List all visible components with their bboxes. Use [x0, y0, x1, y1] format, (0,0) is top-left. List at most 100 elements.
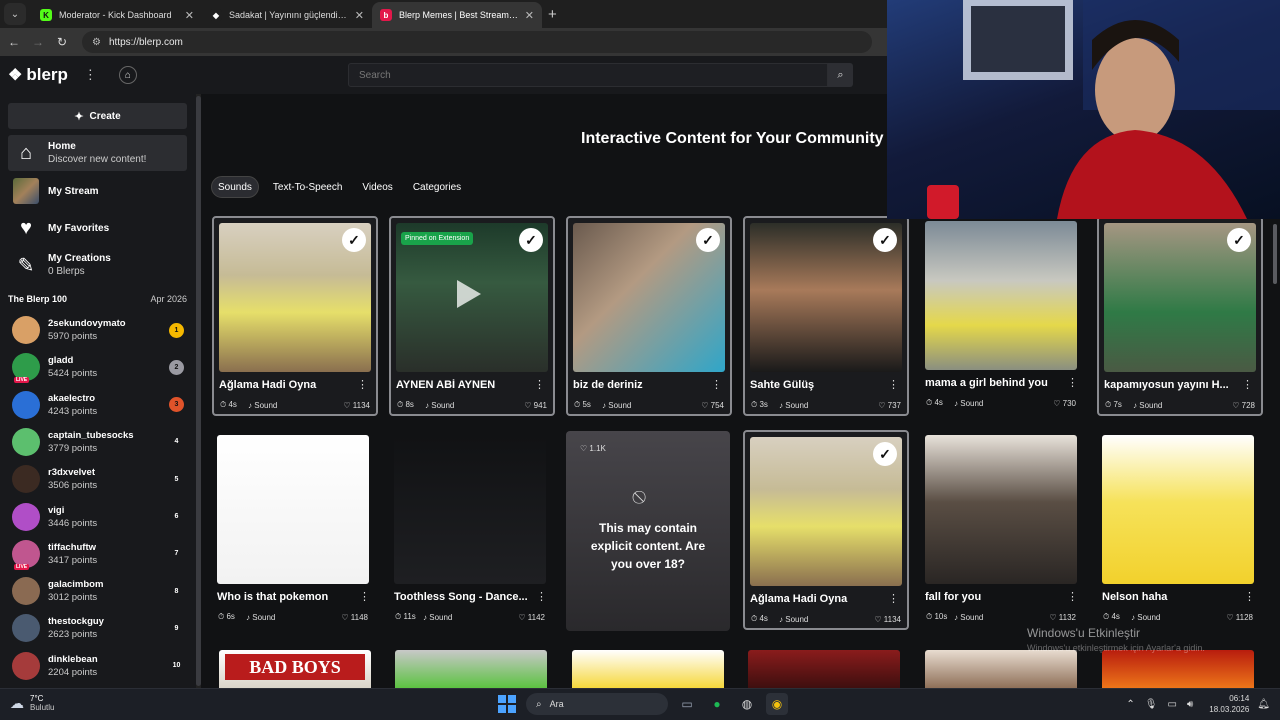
more-options-icon[interactable]: ⋮ — [1067, 590, 1078, 603]
back-arrow-icon[interactable]: ← — [2, 35, 26, 49]
more-options-icon[interactable]: ⋮ — [357, 378, 368, 391]
clock[interactable]: 06:14 18.03.2026 — [1209, 693, 1249, 715]
like-count[interactable]: ♡ 730 — [1053, 399, 1076, 408]
avatar: LIVE — [12, 539, 40, 570]
more-options-icon[interactable]: ⋮ — [888, 378, 899, 391]
play-icon[interactable] — [457, 280, 481, 308]
more-options-icon[interactable]: ⋮ — [1242, 378, 1253, 391]
blerp-logo[interactable]: ❖ blerp — [8, 65, 68, 85]
like-count[interactable]: ♡ 941 — [524, 401, 547, 410]
file-explorer-icon[interactable]: ▭ — [676, 693, 698, 715]
explicit-content-card[interactable]: ♡ 1.1K ⃠ This may contain explicit conte… — [566, 431, 730, 631]
leaderboard-row[interactable]: galacimbom 3012 points 8 — [12, 574, 184, 608]
sidebar-item-my-creations[interactable]: ✎ My Creations 0 Blerps — [8, 247, 187, 283]
search-button[interactable]: ⌕ — [828, 63, 853, 87]
more-options-icon[interactable]: ⋮ — [1067, 376, 1078, 389]
check-icon[interactable]: ✓ — [873, 442, 897, 466]
volume-icon[interactable]: 🔊︎ — [1187, 699, 1193, 710]
notification-bell-icon[interactable]: 🔔︎ — [1257, 699, 1270, 710]
microphone-icon[interactable]: 🎙︎ — [1145, 699, 1158, 710]
tab-search-chevron-icon[interactable]: ⌄ — [4, 3, 26, 25]
check-icon[interactable]: ✓ — [696, 228, 720, 252]
create-button[interactable]: ✦ Create — [8, 103, 187, 129]
like-count[interactable]: ♡ 728 — [1232, 401, 1255, 410]
forward-arrow-icon[interactable]: → — [26, 35, 50, 49]
like-count[interactable]: ♡ 1148 — [341, 613, 368, 622]
leaderboard-row[interactable]: r3dxvelvet 3506 points 5 — [12, 462, 184, 496]
reload-icon[interactable]: ↻ — [50, 35, 74, 49]
sidebar-item-home[interactable]: ⌂ Home Discover new content! — [8, 135, 187, 171]
card-peek[interactable] — [1102, 650, 1254, 688]
more-options-icon[interactable]: ⋮ — [711, 378, 722, 391]
tab-sounds[interactable]: Sounds — [211, 176, 259, 198]
sound-card[interactable]: Pinned on Extension ✓ AYNEN ABİ AYNEN ⋮ ⏱ 8s… — [389, 216, 555, 416]
leaderboard-row[interactable]: captain_tubesocks 3779 points 4 — [12, 425, 184, 459]
more-options-icon[interactable]: ⋮ — [359, 590, 370, 603]
more-menu-icon[interactable]: ⋮ — [84, 67, 97, 83]
card-peek[interactable] — [925, 650, 1077, 688]
like-count[interactable]: ♡ 1142 — [518, 613, 545, 622]
more-options-icon[interactable]: ⋮ — [536, 590, 547, 603]
like-count[interactable]: ♡ 1132 — [1049, 613, 1076, 622]
sound-card[interactable]: ✓ Ağlama Hadi Oyna ⋮ ⏱ 4s ♪ Sound ♡ 1134 — [212, 216, 378, 416]
home-icon[interactable]: ⌂ — [118, 66, 137, 84]
check-icon[interactable]: ✓ — [873, 228, 897, 252]
sidebar-item-my-favorites[interactable]: ♥ My Favorites — [8, 210, 187, 246]
like-count[interactable]: ♡ 1128 — [1226, 613, 1253, 622]
obs-icon[interactable]: ◍ — [736, 693, 758, 715]
sound-card[interactable]: mama a girl behind you ⋮ ⏱ 4s ♪ Sound ♡ 730 — [920, 216, 1086, 416]
leaderboard-row[interactable]: akaelectro 4243 points 3 — [12, 388, 184, 422]
search-input[interactable]: Search — [348, 63, 828, 87]
check-icon[interactable]: ✓ — [1227, 228, 1251, 252]
sound-card[interactable]: Who is that pokemon ⋮ ⏱ 6s ♪ Sound ♡ 1148 — [212, 430, 378, 630]
like-count[interactable]: ♡ 737 — [878, 401, 901, 410]
like-count[interactable]: ♡ 1134 — [343, 401, 370, 410]
spotify-icon[interactable]: ● — [706, 693, 728, 715]
like-count[interactable]: ♡ 1134 — [874, 615, 901, 624]
chevron-up-icon[interactable]: ⌃ — [1126, 699, 1134, 710]
tab-sadakat[interactable]: ◆ Sadakat | Yayınını güçlendirmek ✕ — [202, 2, 372, 28]
card-peek[interactable] — [748, 650, 900, 688]
card-peek[interactable] — [395, 650, 547, 688]
tab-kick-dashboard[interactable]: K Moderator - Kick Dashboard ✕ — [32, 2, 202, 28]
weather-widget[interactable]: ☁ 7°C Bulutlu — [10, 694, 54, 712]
windows-taskbar: ☁ 7°C Bulutlu ⌕ Ara ▭ ● ◍ ◉ ⌃ 🎙︎ ▭ 🔊︎ 06… — [0, 688, 1280, 720]
sound-card[interactable]: Nelson haha ⋮ ⏱ 4s ♪ Sound ♡ 1128 — [1097, 430, 1263, 630]
sound-card[interactable]: ✓ biz de deriniz ⋮ ⏱ 5s ♪ Sound ♡ 754 — [566, 216, 732, 416]
check-icon[interactable]: ✓ — [519, 228, 543, 252]
tab-blerp-memes[interactable]: b Blerp Memes | Best Streamer S ✕ — [372, 2, 542, 28]
network-icon[interactable]: ▭ — [1167, 699, 1176, 710]
sound-card[interactable]: Toothless Song - Dance... ⋮ ⏱ 11s ♪ Sound ♡ … — [389, 430, 555, 630]
main-scrollbar[interactable] — [1273, 224, 1277, 284]
more-options-icon[interactable]: ⋮ — [888, 592, 899, 605]
more-options-icon[interactable]: ⋮ — [534, 378, 545, 391]
tab-text-to-speech[interactable]: Text-To-Speech — [267, 176, 348, 198]
sidebar-item-my-stream[interactable]: My Stream — [8, 173, 187, 209]
leaderboard-row[interactable]: 2sekundovymato 5970 points 1 — [12, 313, 184, 347]
sound-card[interactable]: ✓ Sahte Gülüş ⋮ ⏱ 3s ♪ Sound ♡ 737 — [743, 216, 909, 416]
close-tab-icon[interactable]: ✕ — [185, 9, 194, 22]
more-options-icon[interactable]: ⋮ — [1244, 590, 1255, 603]
leaderboard-row[interactable]: LIVE gladd 5424 points 2 — [12, 350, 184, 384]
chrome-icon[interactable]: ◉ — [766, 693, 788, 715]
url-field[interactable]: ⚙ https://blerp.com — [82, 31, 872, 53]
tab-videos[interactable]: Videos — [356, 176, 398, 198]
card-peek-bad-boys[interactable]: BAD BOYS — [219, 650, 371, 688]
like-count[interactable]: ♡ 754 — [701, 401, 724, 410]
leaderboard-row[interactable]: thestockguy 2623 points 9 — [12, 611, 184, 645]
sound-card[interactable]: ✓ Ağlama Hadi Oyna ⋮ ⏱ 4s ♪ Sound ♡ 1134 — [743, 430, 909, 630]
site-info-icon[interactable]: ⚙ — [92, 37, 101, 48]
leaderboard-row[interactable]: LIVE tiffachuftw 3417 points 7 — [12, 537, 184, 571]
close-tab-icon[interactable]: ✕ — [355, 9, 364, 22]
leaderboard-row[interactable]: vigi 3446 points 6 — [12, 500, 184, 534]
card-peek[interactable] — [572, 650, 724, 688]
taskbar-search[interactable]: ⌕ Ara — [526, 693, 668, 715]
windows-start-icon[interactable] — [498, 695, 516, 713]
sound-card[interactable]: fall for you ⋮ ⏱ 10s ♪ Sound ♡ 1132 — [920, 430, 1086, 630]
sound-card[interactable]: ✓ kapamıyosun yayını H... ⋮ ⏱ 7s ♪ Sound ♡ 72… — [1097, 216, 1263, 416]
leaderboard-row[interactable]: dinklebean 2204 points 10 — [12, 649, 184, 683]
check-icon[interactable]: ✓ — [342, 228, 366, 252]
new-tab-button[interactable]: + — [548, 6, 557, 23]
close-tab-icon[interactable]: ✕ — [525, 9, 534, 22]
tab-categories[interactable]: Categories — [407, 176, 467, 198]
